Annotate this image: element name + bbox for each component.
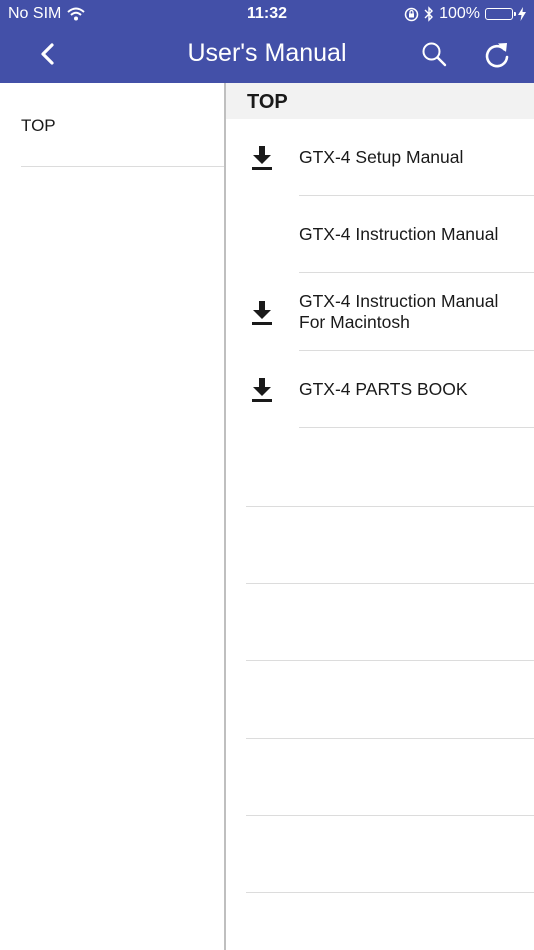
manual-list: TOP GTX-4 Setup Manual GTX-4 Instruction … [226,83,534,950]
status-right: 100% [404,5,526,23]
manual-row[interactable]: GTX-4 Instruction Manual [226,196,534,273]
status-bar: No SIM 11:32 100% [0,0,534,28]
download-icon[interactable] [250,377,274,403]
battery-icon [485,8,516,20]
sidebar-item-label: TOP [21,116,56,135]
manual-title: GTX-4 Setup Manual [299,147,464,167]
orientation-lock-icon [404,7,419,21]
sidebar-item-top[interactable]: TOP [21,83,225,167]
manual-title: GTX-4 PARTS BOOK [299,379,468,399]
refresh-icon [485,43,509,68]
page-title: User's Manual [187,39,347,67]
section-title: TOP [247,91,288,113]
header: No SIM 11:32 100% User's Manual [0,0,534,83]
manual-title: GTX-4 Instruction Manual For Macintosh [299,291,499,332]
row-separator [246,738,534,739]
bluetooth-icon [424,6,434,22]
manual-row[interactable]: GTX-4 Setup Manual [226,119,534,196]
row-separator [299,272,534,273]
row-separator [299,427,534,428]
battery-percent: 100% [439,5,480,22]
search-icon [422,42,447,67]
row-separator [246,892,534,893]
refresh-button[interactable] [480,38,514,72]
manual-title: GTX-4 Instruction Manual [299,224,499,244]
row-separator [246,815,534,816]
section-header: TOP [226,83,534,119]
charging-bolt-icon [518,7,526,21]
nav-bar: User's Manual [0,28,534,83]
row-separator [246,583,534,584]
row-separator [246,506,534,507]
sidebar: TOP [0,83,225,950]
row-separator [246,660,534,661]
search-button[interactable] [418,38,450,70]
download-icon[interactable] [250,300,274,326]
manual-row[interactable]: GTX-4 PARTS BOOK [226,351,534,428]
manual-row[interactable]: GTX-4 Instruction Manual For Macintosh [226,274,534,351]
download-icon[interactable] [250,145,274,171]
